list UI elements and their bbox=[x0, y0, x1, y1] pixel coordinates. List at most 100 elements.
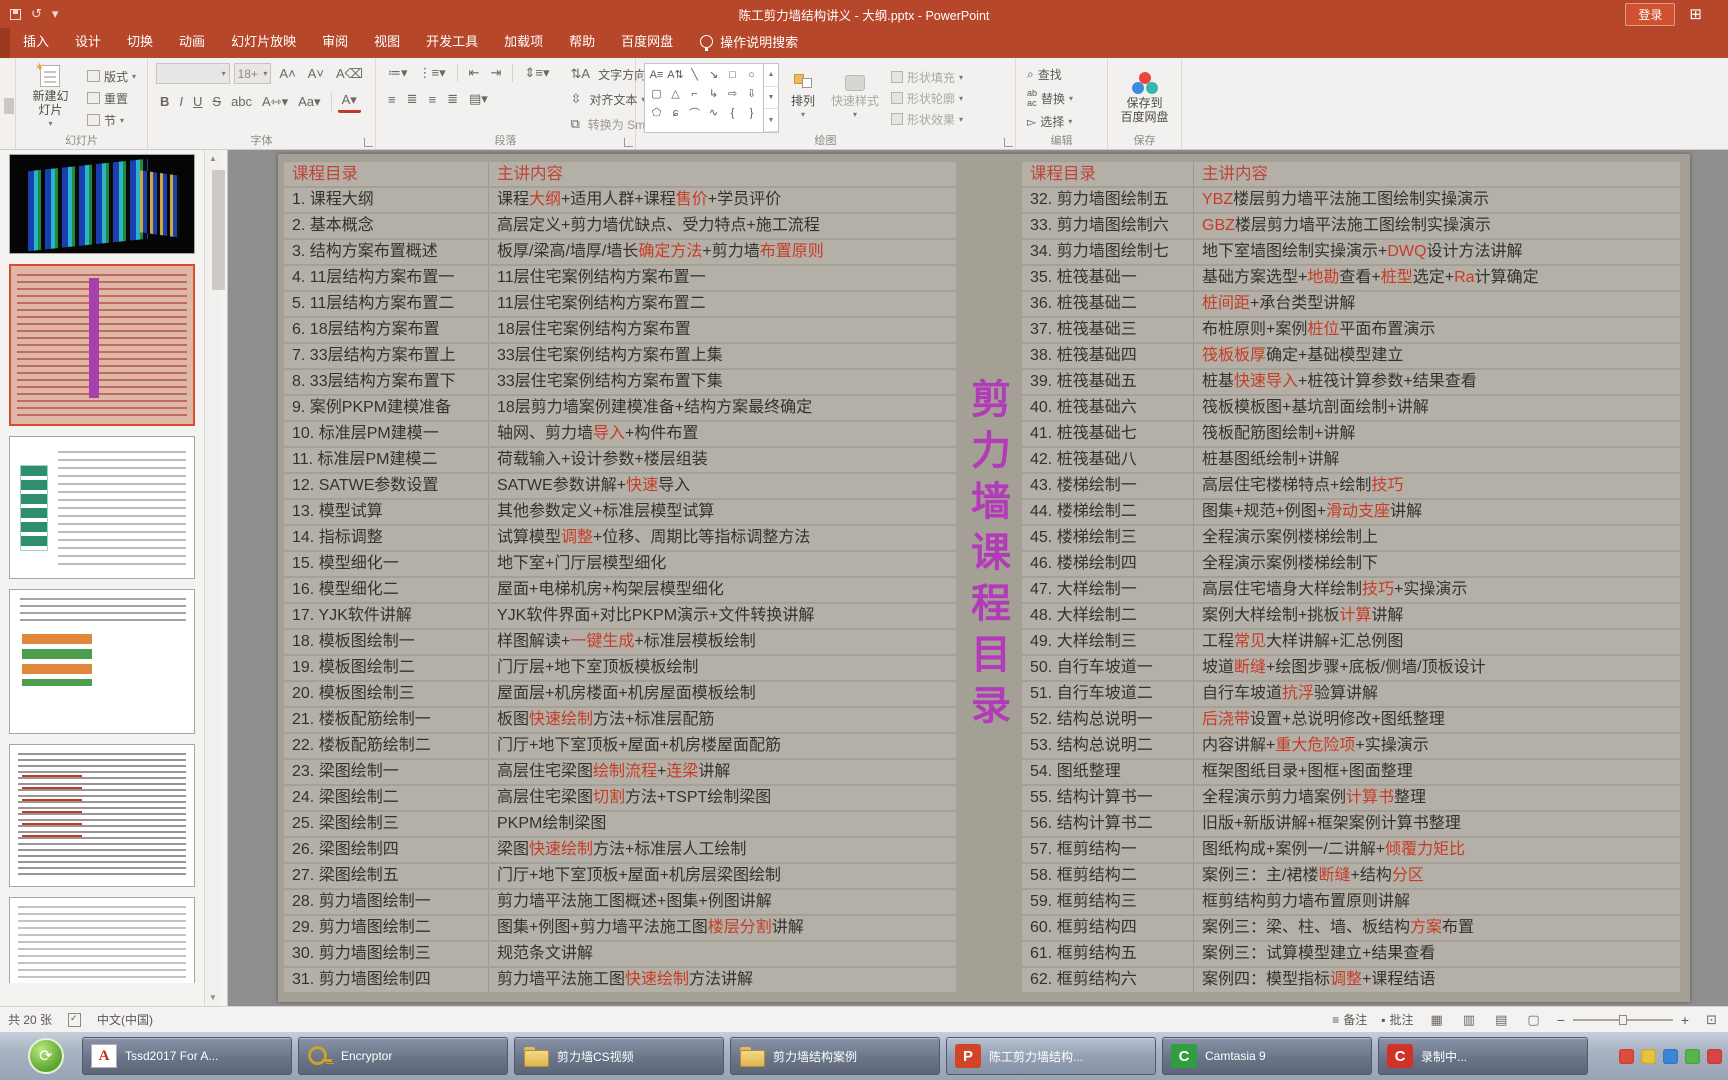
tab-百度网盘[interactable]: 百度网盘 bbox=[608, 24, 686, 58]
align-left-button[interactable]: ≡ bbox=[384, 90, 400, 109]
ribbon-display-options-icon[interactable]: ⊞ bbox=[1689, 5, 1702, 23]
slideshow-view-button[interactable]: ▢ bbox=[1524, 1012, 1542, 1028]
fit-slide-to-window-button[interactable]: ⊡ bbox=[1703, 1012, 1720, 1028]
tab-设计[interactable]: 设计 bbox=[62, 24, 114, 58]
zoom-out-button[interactable]: − bbox=[1557, 1012, 1565, 1028]
tray-icon-5[interactable] bbox=[1707, 1048, 1722, 1064]
font-color-button[interactable]: A▾ bbox=[337, 90, 361, 113]
vertical-title[interactable]: 剪力墙课程目录 bbox=[962, 374, 1020, 731]
shape-brace-left-icon[interactable]: { bbox=[731, 107, 735, 119]
shape-freeform-icon[interactable]: ⬠ bbox=[652, 106, 662, 119]
shape-arc-icon[interactable]: ⌒ bbox=[689, 105, 700, 121]
save-to-netdisk-button[interactable]: 保存到 百度网盘 bbox=[1116, 63, 1173, 133]
italic-button[interactable]: I bbox=[175, 92, 187, 111]
notes-toggle[interactable]: ≡ 备注 bbox=[1332, 1011, 1367, 1028]
slide-thumbnail-6[interactable] bbox=[9, 897, 195, 983]
slide-thumbnail-2[interactable] bbox=[9, 264, 195, 426]
zoom-slider[interactable] bbox=[1572, 1014, 1673, 1025]
quick-styles-button[interactable]: 快速样式 ▾ bbox=[827, 63, 883, 133]
shape-down-arrow-icon[interactable]: ⇩ bbox=[747, 87, 756, 100]
section-button[interactable]: 节 ▾ bbox=[84, 111, 139, 130]
slide-sorter-view-button[interactable]: ▥ bbox=[1460, 1012, 1478, 1028]
shape-elbow-arrow-icon[interactable]: ↳ bbox=[709, 87, 718, 100]
current-slide[interactable]: 课程目录 主讲内容 1. 课程大纲 课程大纲+适用人群+课程售价+学员评价 2. 基本概… bbox=[278, 154, 1690, 1002]
shape-brace-right-icon[interactable]: } bbox=[750, 107, 754, 119]
font-size-select[interactable]: 18+ ▾ bbox=[233, 63, 272, 84]
select-button[interactable]: ▻ 选择 ▾ bbox=[1024, 112, 1099, 131]
slide-thumbnail-5[interactable] bbox=[9, 744, 195, 887]
bold-button[interactable]: B bbox=[156, 92, 173, 111]
shape-curve-icon[interactable]: ∿ bbox=[709, 106, 718, 119]
tab-审阅[interactable]: 审阅 bbox=[309, 24, 361, 58]
layout-button[interactable]: 版式 ▾ bbox=[84, 67, 139, 86]
shape-effects-button[interactable]: 形状效果 ▾ bbox=[891, 111, 963, 128]
tray-icon-1[interactable] bbox=[1619, 1048, 1634, 1064]
align-right-button[interactable]: ≡ bbox=[425, 90, 441, 109]
language-indicator[interactable]: 中文(中国) bbox=[97, 1011, 153, 1028]
slide-count[interactable]: 共 20 张 bbox=[8, 1011, 52, 1028]
tab-切换[interactable]: 切换 bbox=[114, 24, 166, 58]
qat-customize-chevron-icon[interactable]: ▾ bbox=[52, 6, 59, 22]
gallery-scroll-down-icon[interactable]: ▼ bbox=[764, 87, 778, 110]
font-name-select[interactable]: ▾ bbox=[156, 63, 230, 84]
spell-check-icon[interactable] bbox=[68, 1012, 82, 1027]
shape-textbox-icon[interactable]: A≡ bbox=[650, 69, 664, 81]
new-slide-button[interactable]: 新建幻灯片 ▾ bbox=[24, 60, 77, 133]
find-button[interactable]: ⌕ 查找 bbox=[1024, 65, 1099, 84]
tray-icon-3[interactable] bbox=[1663, 1048, 1678, 1064]
align-center-button[interactable]: ≣ bbox=[403, 89, 422, 109]
taskbar-button-camtasia[interactable]: C Camtasia 9 bbox=[1162, 1037, 1372, 1075]
scroll-up-icon[interactable]: ▲ bbox=[209, 150, 217, 167]
shape-right-arrow-icon[interactable]: ⇨ bbox=[728, 87, 737, 100]
grow-font-button[interactable]: A˄ bbox=[275, 64, 299, 83]
tab-幻灯片放映[interactable]: 幻灯片放映 bbox=[218, 24, 309, 58]
text-shadow-button[interactable]: abc bbox=[227, 92, 256, 111]
slide-thumbnail-1[interactable] bbox=[9, 154, 195, 254]
save-icon[interactable] bbox=[10, 8, 21, 20]
slide-thumbnail-4[interactable] bbox=[9, 589, 195, 734]
course-table-left[interactable]: 课程目录 主讲内容 1. 课程大纲 课程大纲+适用人群+课程售价+学员评价 2. 基本概… bbox=[284, 162, 956, 994]
shape-arrow-icon[interactable]: ↘ bbox=[709, 68, 718, 81]
tab-帮助[interactable]: 帮助 bbox=[556, 24, 608, 58]
tab-开发工具[interactable]: 开发工具 bbox=[413, 24, 491, 58]
launcher-orb-icon[interactable] bbox=[28, 1038, 64, 1074]
tray-icon-2[interactable] bbox=[1641, 1048, 1656, 1064]
taskbar-button-folder[interactable]: 剪力墙结构案例 bbox=[730, 1037, 940, 1075]
justify-button[interactable]: ≣ bbox=[443, 89, 462, 109]
course-table-right[interactable]: 课程目录 主讲内容 32. 剪力墙图绘制五 YBZ楼层剪力墙平法施工图绘制实操演示 33… bbox=[1022, 162, 1680, 994]
line-spacing-button[interactable]: ⇕≡▾ bbox=[520, 63, 553, 83]
taskbar-button-rec[interactable]: C 录制中... bbox=[1378, 1037, 1588, 1075]
undo-icon[interactable]: ↺ bbox=[31, 6, 42, 22]
scrollbar-thumb[interactable] bbox=[212, 170, 225, 290]
format-painter-icon[interactable] bbox=[4, 98, 14, 114]
taskbar-button-ppt[interactable]: P 陈工剪力墙结构... bbox=[946, 1037, 1156, 1075]
shapes-gallery[interactable]: A≡ A⇅ ╲ ↘ □ ○ ▢ △ ⌐ ↳ ⇨ ⇩ ⬠ ɕ ⌒ ∿ { } ▲ bbox=[644, 63, 779, 133]
arrange-button[interactable]: 排列 ▾ bbox=[787, 63, 819, 133]
tab-动画[interactable]: 动画 bbox=[166, 24, 218, 58]
columns-button[interactable]: ▤▾ bbox=[465, 89, 492, 109]
shape-oval-icon[interactable]: ○ bbox=[748, 69, 755, 81]
underline-button[interactable]: U bbox=[189, 92, 206, 111]
tab-插入[interactable]: 插入 bbox=[10, 24, 62, 58]
character-spacing-button[interactable]: A⇿▾ bbox=[258, 92, 292, 112]
decrease-indent-button[interactable]: ⇤ bbox=[465, 63, 484, 83]
gallery-more-icon[interactable]: ▼ bbox=[764, 109, 778, 133]
shrink-font-button[interactable]: A˅ bbox=[304, 64, 328, 83]
change-case-button[interactable]: Aa▾ bbox=[294, 92, 324, 112]
slide-thumbnail-3[interactable] bbox=[9, 436, 195, 579]
reading-view-button[interactable]: ▤ bbox=[1492, 1012, 1510, 1028]
comments-toggle[interactable]: ▪ 批注 bbox=[1381, 1011, 1413, 1028]
shape-outline-button[interactable]: 形状轮廓 ▾ bbox=[891, 90, 963, 107]
zoom-in-button[interactable]: + bbox=[1681, 1012, 1689, 1028]
tell-me-search[interactable]: 操作说明搜索 bbox=[700, 32, 798, 58]
tray-icon-4[interactable] bbox=[1685, 1048, 1700, 1064]
clear-formatting-button[interactable]: A⌫ bbox=[332, 64, 367, 84]
shape-triangle-icon[interactable]: △ bbox=[671, 87, 679, 100]
shape-rectangle-icon[interactable]: □ bbox=[729, 69, 736, 81]
replace-button[interactable]: ab ac 替换 ▾ bbox=[1024, 87, 1099, 109]
shape-vertical-textbox-icon[interactable]: A⇅ bbox=[667, 68, 684, 81]
reset-button[interactable]: 重置 bbox=[84, 89, 139, 108]
taskbar-button-tssd[interactable]: A Tssd2017 For A... bbox=[82, 1037, 292, 1075]
bullets-button[interactable]: ≔▾ bbox=[384, 63, 412, 83]
file-tab-partial[interactable] bbox=[0, 28, 10, 58]
